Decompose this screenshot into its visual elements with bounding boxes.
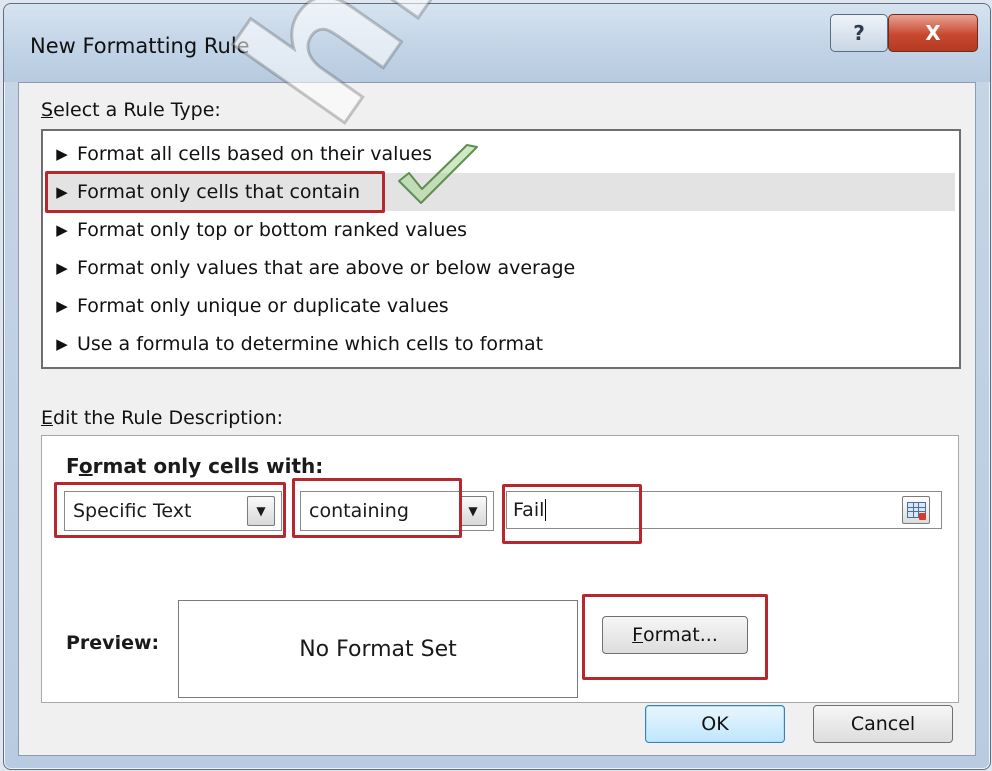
criteria-value-text: Fail xyxy=(513,499,545,521)
rule-type-list[interactable]: ▶ Format all cells based on their values… xyxy=(41,129,961,369)
rule-item-above-below-average[interactable]: ▶ Format only values that are above or b… xyxy=(47,249,955,287)
triangle-right-icon: ▶ xyxy=(56,335,68,353)
rule-item-label: Format only cells that contain xyxy=(77,181,361,203)
collapse-dialog-icon[interactable] xyxy=(902,496,930,524)
help-button[interactable]: ? xyxy=(830,14,888,52)
rule-item-label: Format only unique or duplicate values xyxy=(77,295,449,317)
dialog-title: New Formatting Rule xyxy=(30,34,250,58)
triangle-right-icon: ▶ xyxy=(56,221,68,239)
ok-button[interactable]: OK xyxy=(645,705,785,743)
triangle-right-icon: ▶ xyxy=(56,259,68,277)
close-button[interactable]: X xyxy=(888,14,978,52)
format-only-cells-with-heading: Format only cells with: xyxy=(66,454,324,478)
triangle-right-icon: ▶ xyxy=(56,145,68,163)
format-button[interactable]: Format... xyxy=(602,616,748,654)
text-caret xyxy=(545,499,547,521)
title-bar[interactable]: New Formatting Rule ? X xyxy=(4,4,990,82)
rule-description-panel: Format only cells with: Specific Text ▼ … xyxy=(41,435,959,703)
condition-type-select[interactable]: Specific Text ▼ xyxy=(64,491,282,531)
rule-item-cells-that-contain[interactable]: ▶ Format only cells that contain xyxy=(47,173,955,211)
triangle-right-icon: ▶ xyxy=(56,297,68,315)
dialog-body: Select a Rule Type: ▶ Format all cells b… xyxy=(18,82,976,756)
rule-item-label: Format only values that are above or bel… xyxy=(77,257,576,279)
rule-item-all-cells[interactable]: ▶ Format all cells based on their values xyxy=(47,135,955,173)
cancel-button[interactable]: Cancel xyxy=(813,705,953,743)
preview-label: Preview: xyxy=(66,632,160,654)
triangle-right-icon: ▶ xyxy=(56,183,68,201)
preview-box: No Format Set xyxy=(178,600,578,698)
rule-item-unique-duplicate[interactable]: ▶ Format only unique or duplicate values xyxy=(47,287,955,325)
chevron-down-icon[interactable]: ▼ xyxy=(459,496,487,526)
rule-description-label: Edit the Rule Description: xyxy=(41,407,284,429)
rule-type-label: Select a Rule Type: xyxy=(41,99,221,121)
preview-sample-text: No Format Set xyxy=(299,636,457,662)
criteria-value-input[interactable]: Fail xyxy=(506,491,942,529)
rule-item-label: Use a formula to determine which cells t… xyxy=(77,333,544,355)
rule-item-use-formula[interactable]: ▶ Use a formula to determine which cells… xyxy=(47,325,955,363)
condition-type-value: Specific Text xyxy=(73,500,192,522)
operator-value: containing xyxy=(309,500,409,522)
rule-item-label: Format only top or bottom ranked values xyxy=(77,219,468,241)
chevron-down-icon[interactable]: ▼ xyxy=(247,496,275,526)
rule-item-label: Format all cells based on their values xyxy=(77,143,433,165)
new-formatting-rule-dialog: New Formatting Rule ? X Select a Rule Ty… xyxy=(3,3,991,770)
rule-item-top-bottom-ranked[interactable]: ▶ Format only top or bottom ranked value… xyxy=(47,211,955,249)
operator-select[interactable]: containing ▼ xyxy=(300,491,494,531)
